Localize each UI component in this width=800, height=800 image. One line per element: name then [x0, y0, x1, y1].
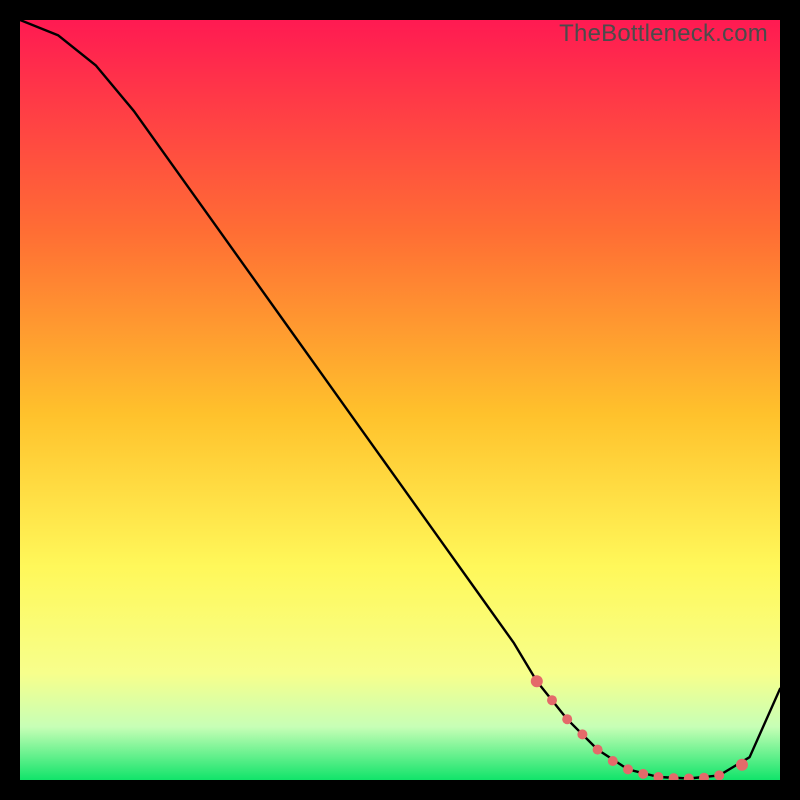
- highlight-dot: [714, 770, 724, 780]
- highlight-dot: [547, 695, 557, 705]
- highlight-dot: [638, 769, 648, 779]
- highlight-dot: [608, 756, 618, 766]
- chart-frame: TheBottleneck.com: [20, 20, 780, 780]
- highlight-dot: [562, 714, 572, 724]
- highlight-dot: [593, 745, 603, 755]
- gradient-background: [20, 20, 780, 780]
- highlight-dot: [623, 764, 633, 774]
- highlight-dot: [736, 759, 748, 771]
- highlight-dot: [531, 675, 543, 687]
- highlight-dot: [577, 729, 587, 739]
- bottleneck-chart: [20, 20, 780, 780]
- watermark-text: TheBottleneck.com: [559, 20, 768, 48]
